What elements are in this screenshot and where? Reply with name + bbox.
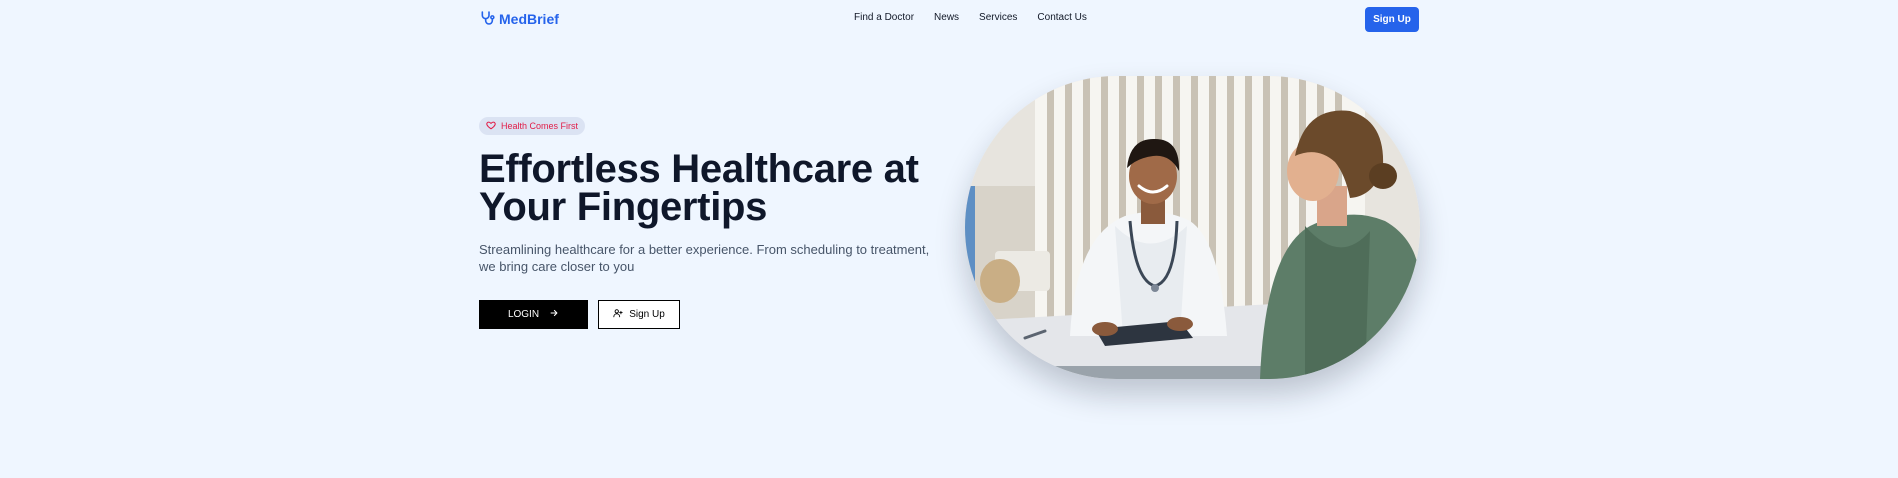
brand-name: MedBrief — [499, 11, 559, 27]
user-plus-icon — [613, 308, 623, 321]
nav-link-services[interactable]: Services — [979, 12, 1017, 23]
top-navbar: MedBrief Find a Doctor News Services Con… — [0, 0, 1898, 38]
arrow-right-icon — [549, 308, 559, 321]
doctor-consultation-image — [965, 76, 1420, 379]
login-label: LOGIN — [507, 309, 540, 320]
nav-signup-button[interactable]: Sign Up — [1365, 7, 1419, 32]
hero-signup-button[interactable]: Sign Up — [598, 300, 680, 329]
nav-link-news[interactable]: News — [934, 12, 959, 23]
signup-label: Sign Up — [629, 309, 665, 320]
login-button[interactable]: LOGIN — [479, 300, 588, 329]
brand-logo[interactable]: MedBrief — [479, 10, 559, 28]
nav-link-contact-us[interactable]: Contact Us — [1037, 12, 1086, 23]
hero-title: Effortless Healthcare at Your Fingertips — [479, 147, 919, 229]
badge-label: Health Comes First — [501, 121, 579, 131]
hero-subtitle: Streamlining healthcare for a better exp… — [479, 242, 930, 274]
stethoscope-icon — [479, 10, 495, 29]
nav-link-find-a-doctor[interactable]: Find a Doctor — [854, 12, 914, 23]
health-badge: Health Comes First — [479, 117, 586, 135]
heart-icon — [486, 120, 496, 132]
nav-links: Find a Doctor News Services Contact Us — [854, 12, 1087, 23]
